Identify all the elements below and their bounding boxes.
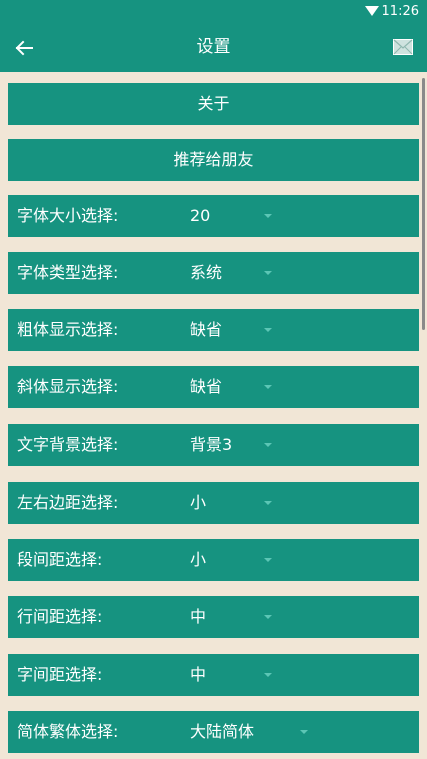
dropdown-caret-icon[interactable] xyxy=(264,501,272,505)
dropdown-caret-icon[interactable] xyxy=(264,214,272,218)
status-time: 11:26 xyxy=(381,4,419,19)
recommend-button[interactable]: 推荐给朋友 xyxy=(8,139,419,181)
setting-label: 文字背景选择: xyxy=(17,435,119,454)
paragraph-spacing-select[interactable]: 小 xyxy=(190,539,206,581)
setting-label: 字间距选择: xyxy=(17,665,103,684)
about-button[interactable]: 关于 xyxy=(8,83,419,125)
setting-label: 左右边距选择: xyxy=(17,493,119,512)
page-title: 设置 xyxy=(196,37,231,57)
setting-label: 斜体显示选择: xyxy=(17,377,119,396)
setting-row-script: 简体繁体选择: 大陆简体 xyxy=(8,711,419,753)
dropdown-caret-icon[interactable] xyxy=(300,730,308,734)
setting-label: 字体大小选择: xyxy=(17,206,119,225)
dropdown-caret-icon[interactable] xyxy=(264,271,272,275)
setting-row-text-background: 文字背景选择: 背景3 xyxy=(8,424,419,466)
status-bar: 11:26 xyxy=(0,0,427,24)
scrollbar[interactable] xyxy=(422,78,425,330)
setting-row-side-margin: 左右边距选择: 小 xyxy=(8,482,419,524)
dropdown-caret-icon[interactable] xyxy=(264,328,272,332)
line-spacing-select[interactable]: 中 xyxy=(190,596,206,638)
italic-select[interactable]: 缺省 xyxy=(190,366,222,408)
setting-row-letter-spacing: 字间距选择: 中 xyxy=(8,654,419,696)
side-margin-select[interactable]: 小 xyxy=(190,482,206,524)
dropdown-caret-icon[interactable] xyxy=(264,673,272,677)
setting-label: 粗体显示选择: xyxy=(17,320,119,339)
app-bar: 设置 xyxy=(0,24,427,72)
bold-select[interactable]: 缺省 xyxy=(190,309,222,351)
letter-spacing-select[interactable]: 中 xyxy=(190,654,206,696)
setting-row-italic: 斜体显示选择: 缺省 xyxy=(8,366,419,408)
setting-row-bold: 粗体显示选择: 缺省 xyxy=(8,309,419,351)
font-size-select[interactable]: 20 xyxy=(190,195,210,237)
setting-row-font-type: 字体类型选择: 系统 xyxy=(8,252,419,294)
mail-icon[interactable] xyxy=(393,39,413,55)
dropdown-caret-icon[interactable] xyxy=(264,443,272,447)
setting-row-font-size: 字体大小选择: 20 xyxy=(8,195,419,237)
setting-label: 段间距选择: xyxy=(17,550,103,569)
dropdown-caret-icon[interactable] xyxy=(264,615,272,619)
script-select[interactable]: 大陆简体 xyxy=(190,711,254,753)
font-type-select[interactable]: 系统 xyxy=(190,252,222,294)
text-background-select[interactable]: 背景3 xyxy=(190,424,232,466)
setting-row-line-spacing: 行间距选择: 中 xyxy=(8,596,419,638)
setting-label: 行间距选择: xyxy=(17,607,103,626)
dropdown-caret-icon[interactable] xyxy=(264,385,272,389)
setting-label: 简体繁体选择: xyxy=(17,722,119,741)
setting-row-paragraph-spacing: 段间距选择: 小 xyxy=(8,539,419,581)
setting-label: 字体类型选择: xyxy=(17,263,119,282)
wifi-icon xyxy=(365,6,379,16)
dropdown-caret-icon[interactable] xyxy=(264,558,272,562)
